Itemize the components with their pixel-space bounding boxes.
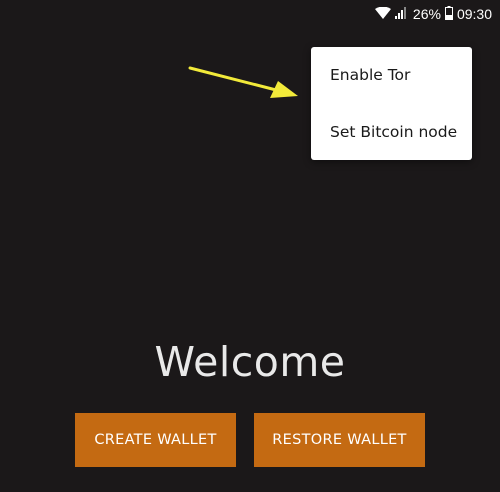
create-wallet-button[interactable]: CREATE WALLET <box>75 413 236 467</box>
menu-item-set-bitcoin-node[interactable]: Set Bitcoin node <box>311 112 472 152</box>
restore-wallet-button[interactable]: RESTORE WALLET <box>254 413 425 467</box>
welcome-title: Welcome <box>154 338 346 386</box>
wifi-icon <box>374 6 391 22</box>
battery-icon <box>444 5 453 23</box>
status-time: 09:30 <box>456 6 492 22</box>
menu-item-enable-tor[interactable]: Enable Tor <box>311 55 472 95</box>
battery-percent: 26% <box>412 6 441 22</box>
signal-icon <box>394 6 409 22</box>
status-bar: 26% 09:30 <box>350 0 500 28</box>
overflow-menu: Enable Tor Set Bitcoin node <box>311 47 472 160</box>
annotation-arrow <box>188 66 298 98</box>
